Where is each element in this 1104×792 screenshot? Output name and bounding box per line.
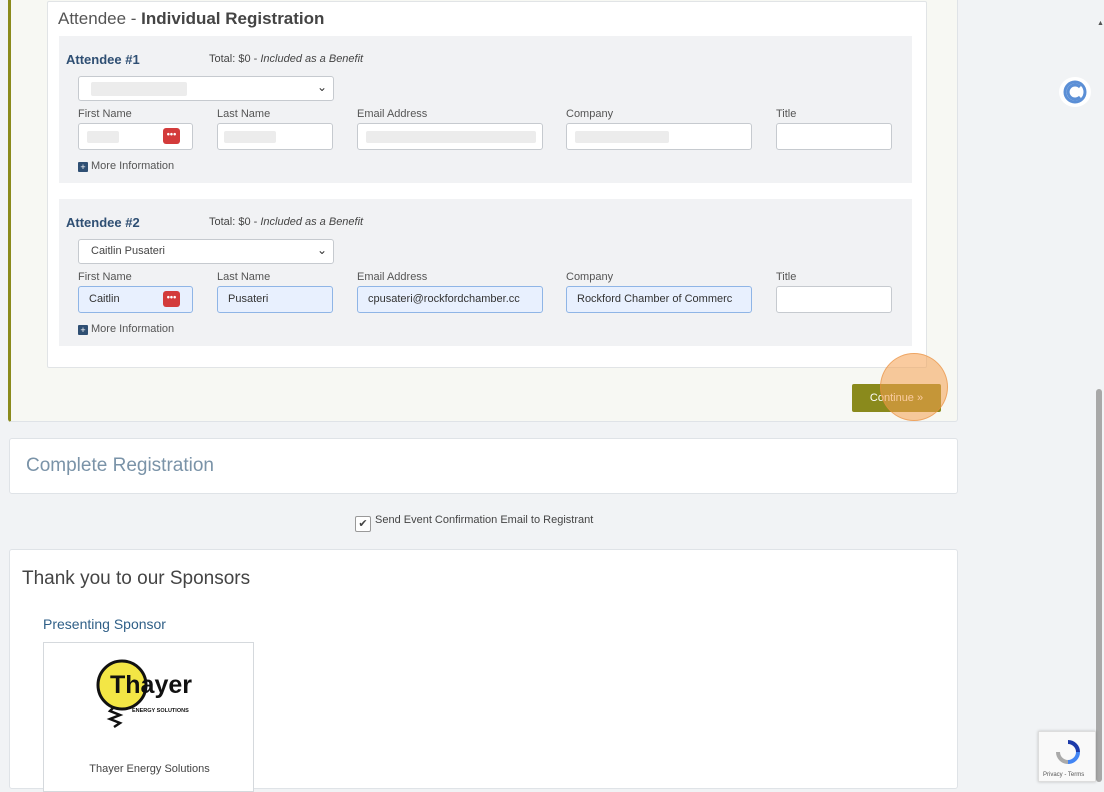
- title-field[interactable]: [776, 123, 892, 150]
- company-value: Rockford Chamber of Commerc: [577, 293, 733, 305]
- attendee-header: Attendee #2: [66, 215, 140, 230]
- last-name-value: Pusateri: [228, 293, 269, 305]
- sponsor-level: Presenting Sponsor: [43, 616, 166, 632]
- more-information-link[interactable]: + More Information: [78, 160, 174, 172]
- attendee-select[interactable]: Caitlin Pusateri ⌄: [78, 239, 334, 264]
- attendee-panel-2: Attendee #2 Total: $0 - Included as a Be…: [59, 199, 912, 346]
- attendee-select-value: Caitlin Pusateri: [91, 245, 165, 257]
- attendee-header: Attendee #1: [66, 52, 140, 67]
- email-label: Email Address: [357, 108, 428, 120]
- title-label: Title: [776, 108, 797, 120]
- more-information-label: More Information: [91, 323, 175, 335]
- company-field[interactable]: Rockford Chamber of Commerc: [566, 286, 752, 313]
- click-highlight: [880, 353, 948, 421]
- last-name-field[interactable]: Pusateri: [217, 286, 333, 313]
- sponsor-logo[interactable]: Thayer ENERGY SOLUTIONS: [86, 655, 216, 735]
- first-name-value: Caitlin: [89, 293, 120, 305]
- plus-icon: +: [78, 162, 88, 172]
- first-name-label: First Name: [78, 108, 132, 120]
- sponsors-title: Thank you to our Sponsors: [22, 568, 251, 589]
- last-name-label: Last Name: [217, 271, 271, 283]
- complete-registration-title: Complete Registration: [26, 455, 214, 476]
- confirmation-email-option[interactable]: ✔ Send Event Confirmation Email to Regist…: [355, 514, 593, 532]
- redacted-value: [91, 82, 187, 96]
- recaptcha-badge[interactable]: Privacy - Terms: [1038, 731, 1096, 782]
- company-field[interactable]: [566, 123, 752, 150]
- email-value: cpusateri@rockfordchamber.cc: [368, 293, 520, 305]
- section-title-main: Individual Registration: [141, 9, 325, 28]
- password-manager-icon[interactable]: •••: [163, 291, 180, 307]
- svg-text:Thayer: Thayer: [110, 671, 192, 699]
- attendee-total-amount: Total: $0 -: [209, 53, 261, 65]
- attendee-total: Total: $0 - Included as a Benefit: [209, 216, 363, 228]
- redacted-value: [575, 131, 669, 143]
- more-information-link[interactable]: + More Information: [78, 323, 174, 335]
- complete-registration-card[interactable]: Complete Registration: [9, 438, 958, 494]
- redacted-value: [224, 131, 276, 143]
- section-title: Attendee - Individual Registration: [58, 9, 324, 29]
- redacted-value: [366, 131, 536, 143]
- email-field[interactable]: [357, 123, 543, 150]
- attendee-select[interactable]: ⌄: [78, 76, 334, 101]
- svg-text:ENERGY SOLUTIONS: ENERGY SOLUTIONS: [132, 708, 189, 714]
- recaptcha-icon: [1056, 740, 1080, 764]
- attendee-total-benefit: Included as a Benefit: [260, 216, 364, 228]
- first-name-field[interactable]: •••: [78, 123, 193, 150]
- confirmation-email-checkbox[interactable]: ✔: [355, 516, 371, 532]
- chevron-down-icon: ⌄: [316, 80, 327, 94]
- scrollbar-thumb[interactable]: [1096, 389, 1102, 782]
- title-field[interactable]: [776, 286, 892, 313]
- plus-icon: +: [78, 325, 88, 335]
- chevron-down-icon: ⌄: [316, 243, 327, 257]
- recaptcha-text[interactable]: Privacy - Terms: [1043, 772, 1084, 778]
- company-label: Company: [566, 108, 614, 120]
- first-name-label: First Name: [78, 271, 132, 283]
- password-manager-icon[interactable]: •••: [163, 128, 180, 144]
- scroll-up-arrow[interactable]: ▲: [1097, 20, 1104, 27]
- scrollbar[interactable]: [1094, 14, 1104, 782]
- attendee-panel-1: Attendee #1 Total: $0 - Included as a Be…: [59, 36, 912, 183]
- attendee-total-benefit: Included as a Benefit: [260, 53, 364, 65]
- extension-icon[interactable]: [1059, 77, 1091, 107]
- more-information-label: More Information: [91, 160, 175, 172]
- first-name-field[interactable]: Caitlin •••: [78, 286, 193, 313]
- extension-logo-icon: [1063, 80, 1087, 104]
- sponsor-name: Thayer Energy Solutions: [89, 763, 210, 775]
- redacted-value: [87, 131, 119, 143]
- attendee-total-amount: Total: $0 -: [209, 216, 261, 228]
- section-title-prefix: Attendee -: [58, 9, 142, 28]
- title-label: Title: [776, 271, 797, 283]
- sponsors-card: Thank you to our Sponsors Presenting Spo…: [9, 549, 958, 792]
- email-label: Email Address: [357, 271, 428, 283]
- confirmation-email-label: Send Event Confirmation Email to Registr…: [375, 514, 594, 526]
- attendee-total: Total: $0 - Included as a Benefit: [209, 53, 363, 65]
- last-name-field[interactable]: [217, 123, 333, 150]
- last-name-label: Last Name: [217, 108, 271, 120]
- sponsor-tile[interactable]: Thayer ENERGY SOLUTIONS Thayer Energy So…: [43, 642, 254, 792]
- company-label: Company: [566, 271, 614, 283]
- email-field[interactable]: cpusateri@rockfordchamber.cc: [357, 286, 543, 313]
